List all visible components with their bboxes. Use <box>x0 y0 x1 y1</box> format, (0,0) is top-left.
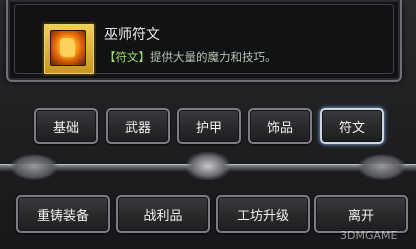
tab-weapons[interactable]: 武器 <box>106 108 170 144</box>
tab-accessories[interactable]: 饰品 <box>248 108 312 144</box>
divider-ornament-left <box>10 154 58 180</box>
item-description-text: 提供大量的魔力和技巧。 <box>150 50 277 64</box>
item-icon-frame[interactable] <box>42 22 96 76</box>
watermark: 3DMGAME <box>340 229 398 242</box>
divider-ornament-right <box>358 154 406 180</box>
tab-armor[interactable]: 护甲 <box>177 108 241 144</box>
leave-button[interactable]: 离开 <box>314 195 408 233</box>
tab-basic[interactable]: 基础 <box>34 108 98 144</box>
item-name: 巫师符文 <box>104 27 160 43</box>
reforge-equipment-button[interactable]: 重铸装备 <box>16 195 110 233</box>
orange-rune-icon <box>50 30 86 66</box>
ornamental-divider <box>0 150 416 184</box>
loot-button[interactable]: 战利品 <box>116 195 210 233</box>
item-category-tag: 【符文】 <box>104 50 150 64</box>
workshop-upgrade-button[interactable]: 工坊升级 <box>216 195 310 233</box>
divider-ornament-center <box>186 152 230 180</box>
tab-runes[interactable]: 符文 <box>320 108 384 144</box>
item-description: 【符文】提供大量的魔力和技巧。 <box>104 49 277 65</box>
